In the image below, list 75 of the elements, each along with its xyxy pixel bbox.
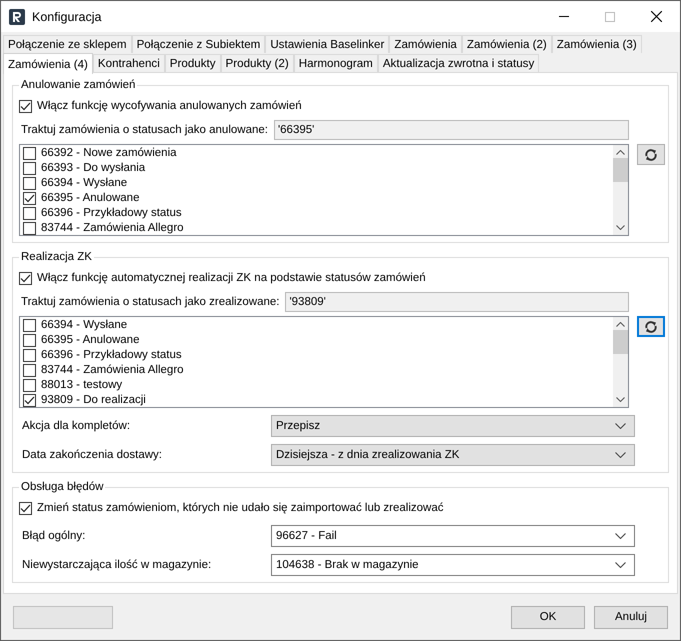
chevron-down-icon bbox=[615, 423, 626, 429]
checkbox[interactable] bbox=[19, 100, 32, 112]
list-item[interactable]: 83744 - Zamówienia Allegro bbox=[41, 363, 184, 378]
checkbox[interactable] bbox=[23, 162, 36, 175]
checkbox-label: Włącz funkcję wycofywania anulowanych zamówień bbox=[37, 98, 302, 114]
list-item[interactable]: 66395 - Anulowane bbox=[41, 191, 140, 206]
dropdown[interactable]: 104638 - Brak w magazynie bbox=[271, 554, 635, 576]
list-item[interactable]: 83744 - Zamówienia Allegro bbox=[41, 221, 184, 236]
checkbox[interactable] bbox=[23, 379, 36, 392]
tab[interactable]: Ustawienia Baselinker bbox=[265, 35, 390, 53]
scrollbar[interactable] bbox=[613, 145, 628, 235]
field-label: Niewystarczająca ilość w magazynie: bbox=[21, 559, 212, 571]
tab[interactable]: Zamówienia (2) bbox=[462, 35, 552, 53]
tab[interactable]: Produkty (2) bbox=[220, 54, 294, 72]
checkbox[interactable] bbox=[23, 319, 36, 332]
field-label: Traktuj zamówienia o statusach jako anulowane: bbox=[20, 124, 268, 136]
dialog-button[interactable]: Anuluj bbox=[594, 606, 668, 628]
list-item[interactable]: 93809 - Do realizacji bbox=[41, 393, 146, 408]
checkbox-label: Włącz funkcję automatycznej realizacji ZK na podstawie statusów zamówień bbox=[37, 270, 426, 286]
status-field[interactable]: '93809' bbox=[285, 292, 629, 312]
list-item[interactable]: 66394 - Wysłane bbox=[41, 176, 128, 191]
list-item[interactable]: 66393 - Do wysłania bbox=[41, 161, 146, 176]
field-label: Błąd ogólny: bbox=[21, 530, 86, 542]
scrollbar[interactable] bbox=[613, 317, 628, 407]
window-title: Konfiguracja bbox=[32, 10, 102, 24]
tab[interactable]: Kontrahenci bbox=[92, 54, 165, 72]
tab[interactable]: Zamówienia (4) bbox=[3, 53, 93, 74]
list-item[interactable]: 66394 - Wysłane bbox=[41, 318, 128, 333]
checkbox[interactable] bbox=[23, 349, 36, 362]
tab[interactable]: Połączenie z Subiektem bbox=[132, 35, 266, 53]
chevron-down-icon bbox=[615, 452, 626, 458]
group-title: Obsługa błędów bbox=[19, 479, 106, 495]
scroll-down-icon[interactable] bbox=[616, 397, 625, 402]
refresh-button[interactable] bbox=[637, 316, 665, 337]
list-item[interactable]: 66396 - Przykładowy status bbox=[41, 348, 182, 363]
checkbox[interactable] bbox=[23, 147, 36, 160]
scroll-up-icon[interactable] bbox=[616, 150, 625, 155]
tab[interactable]: Produkty bbox=[164, 54, 221, 72]
refresh-icon bbox=[644, 148, 658, 162]
checkbox[interactable] bbox=[23, 394, 36, 407]
field-label: Akcja dla kompletów: bbox=[21, 420, 132, 432]
refresh-icon bbox=[644, 320, 658, 334]
status-field[interactable]: '66395' bbox=[274, 120, 629, 140]
list-item[interactable]: 66392 - Nowe zamówienia bbox=[41, 146, 177, 161]
dropdown[interactable]: 96627 - Fail bbox=[271, 525, 635, 547]
checkbox[interactable] bbox=[19, 272, 32, 284]
checkbox[interactable] bbox=[23, 334, 36, 347]
field-label: Traktuj zamówienia o statusach jako zrealizowane: bbox=[20, 296, 280, 308]
checkbox[interactable] bbox=[19, 502, 32, 514]
app-logo-icon bbox=[9, 8, 25, 24]
checkbox[interactable] bbox=[23, 364, 36, 377]
chevron-down-icon bbox=[615, 533, 626, 539]
checkbox[interactable] bbox=[23, 207, 36, 220]
checkbox-label: Zmień status zamówieniom, których nie udało się zaimportować lub zrealizować bbox=[37, 500, 444, 516]
refresh-button[interactable] bbox=[637, 144, 665, 165]
checkbox[interactable] bbox=[23, 222, 36, 235]
dialog-button[interactable]: OK bbox=[511, 606, 585, 628]
group-title: Realizacja ZK bbox=[19, 249, 94, 265]
list-item[interactable]: 66396 - Przykładowy status bbox=[41, 206, 182, 221]
scroll-down-icon[interactable] bbox=[616, 225, 625, 230]
checkbox[interactable] bbox=[23, 192, 36, 205]
tab[interactable]: Aktualizacja zwrotna i statusy bbox=[378, 54, 540, 72]
list-item[interactable]: 66395 - Anulowane bbox=[41, 333, 140, 348]
tab[interactable]: Harmonogram bbox=[294, 54, 378, 72]
chevron-down-icon bbox=[615, 562, 626, 568]
checkbox[interactable] bbox=[23, 177, 36, 190]
close-icon[interactable] bbox=[651, 11, 662, 22]
scroll-up-icon[interactable] bbox=[616, 322, 625, 327]
dropdown[interactable]: Dzisiejsza - z dnia zrealizowania ZK bbox=[271, 444, 635, 466]
list-item[interactable]: 88013 - testowy bbox=[41, 378, 122, 393]
tab[interactable]: Połączenie ze sklepem bbox=[3, 35, 132, 53]
dropdown[interactable]: Przepisz bbox=[271, 415, 635, 437]
field-label: Data zakończenia dostawy: bbox=[21, 449, 163, 461]
tab[interactable]: Zamówienia bbox=[389, 35, 462, 53]
tab[interactable]: Zamówienia (3) bbox=[552, 35, 642, 53]
